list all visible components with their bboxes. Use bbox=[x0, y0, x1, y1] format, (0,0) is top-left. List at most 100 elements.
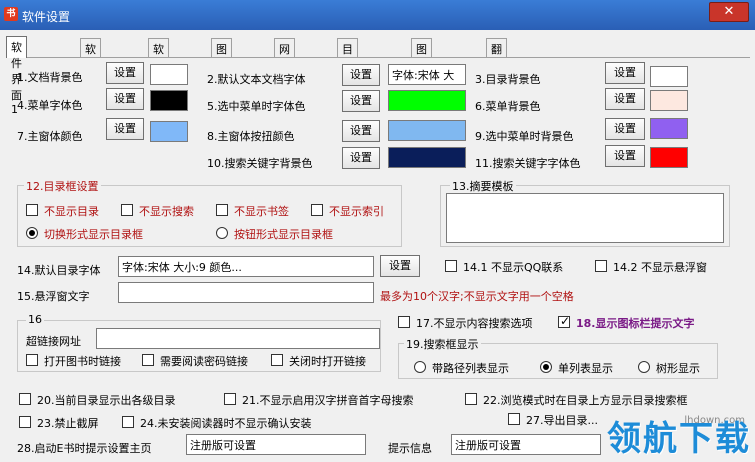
path-list-label: 带路径列表显示 bbox=[432, 362, 509, 375]
default-dir-font-field[interactable]: 字体:宋体 大小:9 颜色... bbox=[118, 256, 374, 277]
label-menu-font: 4.菜单字体色 bbox=[17, 99, 83, 112]
set-search-kw-bg-button[interactable]: 设置 bbox=[342, 147, 380, 169]
info-label: 提示信息 bbox=[388, 442, 432, 455]
tab-templates[interactable]: 网页模板 bbox=[274, 38, 295, 104]
selected-menu-bg-swatch[interactable] bbox=[650, 118, 688, 139]
summary-template-title: 13.摘要模板 bbox=[450, 178, 516, 194]
show-toolbar-tips-checkbox[interactable] bbox=[558, 314, 570, 328]
password-link-checkbox[interactable] bbox=[142, 354, 154, 366]
set-menu-bg-button[interactable]: 设置 bbox=[605, 88, 645, 110]
default-font-field[interactable]: 字体:宋体 大 bbox=[388, 64, 466, 85]
label-doc-bg: 1.文档背景色 bbox=[17, 71, 83, 84]
doc-bg-swatch[interactable] bbox=[150, 64, 188, 85]
search-kw-font-swatch[interactable] bbox=[650, 147, 688, 168]
set-dir-font-button[interactable]: 设置 bbox=[380, 255, 420, 277]
dir-search-box-label: 22.浏览模式时在目录上方显示目录搜索框 bbox=[483, 394, 688, 407]
homepage-prompt-field[interactable]: 注册版可设置 bbox=[186, 434, 366, 455]
menu-bg-swatch[interactable] bbox=[650, 90, 688, 111]
link-on-close-label: 关闭时打开链接 bbox=[289, 355, 366, 368]
hyperlink-url-field[interactable] bbox=[96, 328, 380, 349]
no-search-label: 不显示搜索 bbox=[139, 205, 194, 218]
no-bookmark-checkbox[interactable] bbox=[216, 204, 228, 216]
summary-template-textarea[interactable] bbox=[446, 193, 724, 243]
set-default-font-button[interactable]: 设置 bbox=[342, 64, 380, 86]
tab-paging[interactable]: 翻页设置 bbox=[486, 38, 507, 104]
no-search-checkbox[interactable] bbox=[121, 204, 133, 216]
float-text-note: 最多为10个汉字;不显示文字用一个空格 bbox=[380, 290, 574, 303]
show-all-levels-checkbox[interactable] bbox=[19, 393, 31, 405]
button-mode-label: 按钮形式显示目录框 bbox=[234, 228, 333, 241]
selected-menu-font-swatch[interactable] bbox=[388, 90, 466, 111]
menu-font-swatch[interactable] bbox=[150, 90, 188, 111]
set-dir-bg-button[interactable]: 设置 bbox=[605, 62, 645, 84]
label-selected-menu-bg: 9.选中菜单时背景色 bbox=[475, 130, 574, 143]
path-list-radio[interactable] bbox=[414, 361, 426, 373]
no-dir-label: 不显示目录 bbox=[44, 205, 99, 218]
no-content-search-checkbox[interactable] bbox=[398, 316, 410, 328]
homepage-prompt-label: 28.启动E书时提示设置主页 bbox=[17, 442, 152, 455]
export-dir-checkbox[interactable] bbox=[508, 413, 520, 425]
show-all-levels-label: 20.当前目录显示出各级目录 bbox=[37, 394, 176, 407]
info-field[interactable]: 注册版可设置 bbox=[451, 434, 601, 455]
no-qq-checkbox[interactable] bbox=[445, 260, 457, 272]
single-list-radio[interactable] bbox=[540, 361, 552, 373]
main-color-swatch[interactable] bbox=[150, 121, 188, 142]
search-kw-bg-swatch[interactable] bbox=[388, 147, 466, 168]
tab-dir-site[interactable]: 目录式网站 bbox=[337, 38, 358, 120]
tab-ui1[interactable]: 软件界面1 bbox=[6, 36, 27, 116]
link-on-open-label: 打开图书时链接 bbox=[44, 355, 121, 368]
set-selected-menu-bg-button[interactable]: 设置 bbox=[605, 118, 645, 140]
tab-icons[interactable]: 图标设置 bbox=[211, 38, 232, 104]
set-selected-menu-font-button[interactable]: 设置 bbox=[342, 90, 380, 112]
app-icon: 书 bbox=[4, 7, 18, 21]
set-search-kw-font-button[interactable]: 设置 bbox=[605, 145, 645, 167]
label-main-color: 7.主窗体颜色 bbox=[17, 130, 83, 143]
tab-images-skin[interactable]: 图片及皮肤 bbox=[411, 38, 432, 120]
set-menu-font-button[interactable]: 设置 bbox=[106, 88, 144, 110]
button-mode-radio[interactable] bbox=[216, 227, 228, 239]
link-on-close-checkbox[interactable] bbox=[271, 354, 283, 366]
tree-view-radio[interactable] bbox=[638, 361, 650, 373]
show-toolbar-tips-label: 18.显示图标栏提示文字 bbox=[576, 317, 695, 330]
main-btn-color-swatch[interactable] bbox=[388, 120, 466, 141]
set-doc-bg-button[interactable]: 设置 bbox=[106, 62, 144, 84]
watermark-logo: 领航下载 bbox=[607, 419, 751, 459]
label-search-kw-font: 11.搜索关键字字体色 bbox=[475, 157, 581, 170]
no-dir-checkbox[interactable] bbox=[26, 204, 38, 216]
label-menu-bg: 6.菜单背景色 bbox=[475, 100, 541, 113]
no-install-confirm-checkbox[interactable] bbox=[122, 416, 134, 428]
label-dir-bg: 3.目录背景色 bbox=[475, 73, 541, 86]
set-main-btn-color-button[interactable]: 设置 bbox=[342, 120, 380, 142]
hyperlink-url-label: 超链接网址 bbox=[26, 335, 81, 348]
window-title: 软件设置 bbox=[22, 10, 71, 24]
close-button[interactable]: ✕ bbox=[709, 2, 749, 22]
tree-view-label: 树形显示 bbox=[656, 362, 700, 375]
no-float-checkbox[interactable] bbox=[595, 260, 607, 272]
no-float-label: 14.2 不显示悬浮窗 bbox=[613, 261, 707, 274]
no-screenshot-label: 23.禁止截屏 bbox=[37, 417, 99, 430]
switch-mode-label: 切换形式显示目录框 bbox=[44, 228, 143, 241]
no-pinyin-search-label: 21.不显示启用汉字拼音首字母搜索 bbox=[242, 394, 414, 407]
float-text-label: 15.悬浮窗文字 bbox=[17, 290, 90, 303]
export-dir-label: 27.导出目录... bbox=[526, 414, 598, 427]
no-index-checkbox[interactable] bbox=[311, 204, 323, 216]
set-main-color-button[interactable]: 设置 bbox=[106, 118, 144, 140]
no-screenshot-checkbox[interactable] bbox=[19, 416, 31, 428]
label-search-kw-bg: 10.搜索关键字背景色 bbox=[207, 157, 313, 170]
switch-mode-radio[interactable] bbox=[26, 227, 38, 239]
search-box-group-title: 19.搜索框显示 bbox=[404, 336, 481, 352]
label-main-btn-color: 8.主窗体按扭颜色 bbox=[207, 130, 295, 143]
link-on-open-checkbox[interactable] bbox=[26, 354, 38, 366]
label-default-font: 2.默认文本文档字体 bbox=[207, 73, 306, 86]
hyperlink-group-title: 16 bbox=[26, 313, 44, 326]
dir-search-box-checkbox[interactable] bbox=[465, 393, 477, 405]
label-selected-menu-font: 5.选中菜单时字体色 bbox=[207, 100, 306, 113]
single-list-label: 单列表显示 bbox=[558, 362, 613, 375]
dir-bg-swatch[interactable] bbox=[650, 66, 688, 87]
no-pinyin-search-checkbox[interactable] bbox=[224, 393, 236, 405]
no-qq-label: 14.1 不显示QQ联系 bbox=[463, 261, 564, 274]
tab-ops[interactable]: 软件操作 bbox=[148, 38, 169, 104]
tab-ui2[interactable]: 软件界面2 bbox=[80, 38, 101, 118]
password-link-label: 需要阅读密码链接 bbox=[160, 355, 248, 368]
float-text-field[interactable] bbox=[118, 282, 374, 303]
